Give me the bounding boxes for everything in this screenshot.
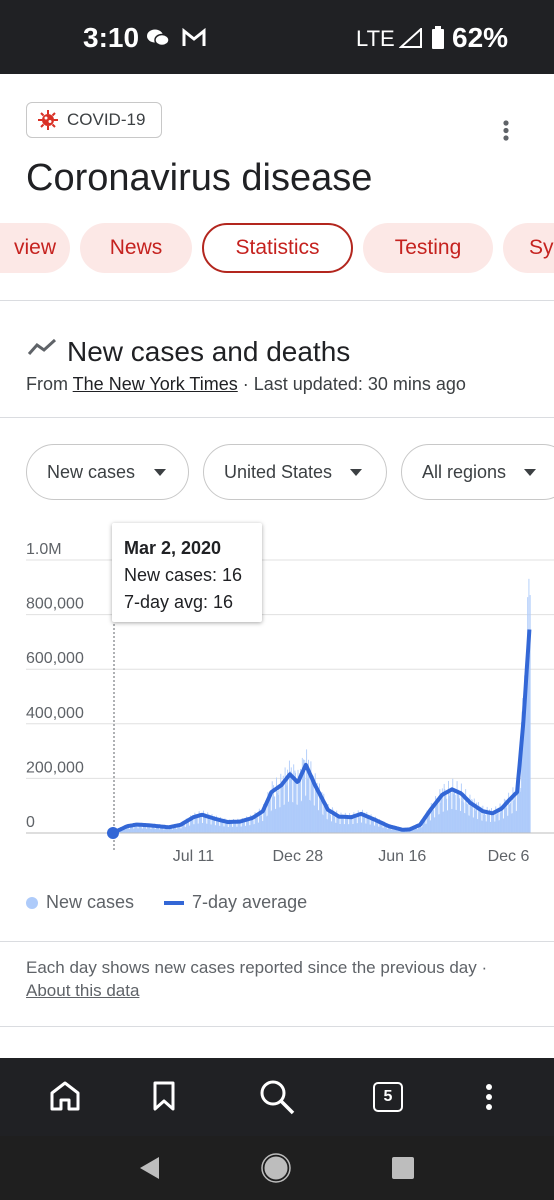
divider — [0, 417, 554, 418]
covid-chip-label: COVID-19 — [67, 110, 146, 129]
x-tick-label: Dec 6 — [488, 848, 530, 865]
source-line: From The New York Times · Last updated: … — [26, 374, 466, 395]
y-tick-label: 400,000 — [26, 705, 84, 722]
chevron-down-icon — [524, 469, 536, 476]
metric-value: New cases — [47, 461, 136, 482]
country-dropdown[interactable]: United States — [203, 444, 387, 500]
note-text: Each day shows new cases reported since … — [26, 958, 477, 977]
divider — [0, 1026, 554, 1027]
legend-line-swatch — [164, 901, 185, 906]
y-tick-label: 600,000 — [26, 650, 84, 667]
bookmark-icon[interactable] — [152, 1080, 176, 1112]
chart-tooltip: Mar 2, 2020 New cases: 16 7-day avg: 16 — [112, 523, 262, 622]
more-options-icon[interactable] — [500, 119, 512, 143]
more-options-icon[interactable] — [483, 1083, 495, 1113]
tab-label: view — [13, 236, 56, 259]
y-tick-label: 200,000 — [26, 759, 84, 776]
region-dropdown[interactable]: All regions — [401, 444, 554, 500]
tab-label: Statistics — [235, 236, 320, 259]
legend-new-cases: New cases — [46, 892, 135, 912]
last-updated: · Last updated: 30 mins ago — [237, 374, 466, 394]
source-prefix: From — [26, 374, 73, 394]
browser-bottom-bar: 5 — [0, 1058, 554, 1136]
topic-tabs: view News Statistics Testing Sy — [0, 223, 554, 275]
recents-icon[interactable] — [391, 1156, 415, 1180]
network-type: LTE — [356, 26, 395, 51]
back-icon[interactable] — [137, 1155, 161, 1181]
tab-overview[interactable]: view — [0, 223, 70, 273]
chevron-down-icon — [350, 469, 362, 476]
y-tick-label: 1.0M — [26, 541, 62, 558]
status-time: 3:10 — [83, 22, 140, 53]
metric-dropdown[interactable]: New cases — [26, 444, 189, 500]
source-link[interactable]: The New York Times — [73, 374, 238, 394]
tab-label: Sy — [529, 236, 554, 259]
system-nav-bar — [0, 1136, 554, 1200]
divider — [0, 300, 554, 301]
about-data-link[interactable]: About this data — [26, 981, 139, 1000]
tooltip-date: Mar 2, 2020 — [124, 538, 222, 558]
note-separator: · — [476, 958, 488, 977]
covid-topic-chip[interactable]: COVID-19 — [26, 102, 162, 138]
legend-7day-average: 7-day average — [192, 892, 308, 912]
y-tick-label: 800,000 — [26, 596, 84, 613]
trend-line-icon — [27, 338, 57, 355]
cases-chart[interactable]: 0 200,000 400,000 600,000 800,000 1.0M Jul 11 D… — [0, 515, 554, 865]
tab-statistics[interactable]: Statistics — [202, 223, 353, 273]
tab-testing[interactable]: Testing — [363, 223, 493, 273]
signal-icon — [399, 28, 422, 48]
section-title: New cases and deaths — [67, 336, 351, 367]
x-tick-label: Jul 11 — [173, 848, 215, 865]
tabs-switcher-button[interactable]: 5 — [373, 1082, 403, 1112]
x-tick-label: Jun 16 — [378, 848, 426, 865]
selected-point — [107, 827, 119, 839]
gmail-icon — [182, 28, 206, 46]
home-circle-icon[interactable] — [261, 1153, 291, 1183]
tab-label: News — [109, 236, 163, 259]
wechat-icon — [147, 29, 170, 47]
y-tick-label: 0 — [26, 814, 35, 831]
divider — [0, 941, 554, 942]
tooltip-avg: 7-day avg: 16 — [124, 592, 234, 612]
chart-legend: New cases 7-day average — [26, 892, 307, 913]
legend-bar-swatch — [26, 897, 38, 910]
search-icon[interactable] — [258, 1078, 296, 1116]
country-value: United States — [224, 461, 333, 482]
tabs-count: 5 — [383, 1088, 393, 1105]
tooltip-new-cases: New cases: 16 — [124, 565, 243, 585]
region-value: All regions — [422, 461, 507, 482]
battery-percent: 62% — [452, 22, 509, 53]
tab-label: Testing — [394, 236, 462, 259]
filter-row: New cases United States All regions — [0, 444, 554, 502]
battery-icon — [432, 26, 444, 49]
home-icon[interactable] — [48, 1080, 82, 1112]
tab-news[interactable]: News — [80, 223, 192, 273]
data-note: Each day shows new cases reported since … — [26, 956, 526, 1002]
x-tick-label: Dec 28 — [273, 848, 324, 865]
tab-symptoms[interactable]: Sy — [503, 223, 554, 273]
virus-icon — [38, 110, 58, 130]
page-title: Coronavirus disease — [26, 157, 373, 199]
status-bar: 3:10 LTE 62% — [0, 0, 554, 74]
chevron-down-icon — [154, 469, 166, 476]
